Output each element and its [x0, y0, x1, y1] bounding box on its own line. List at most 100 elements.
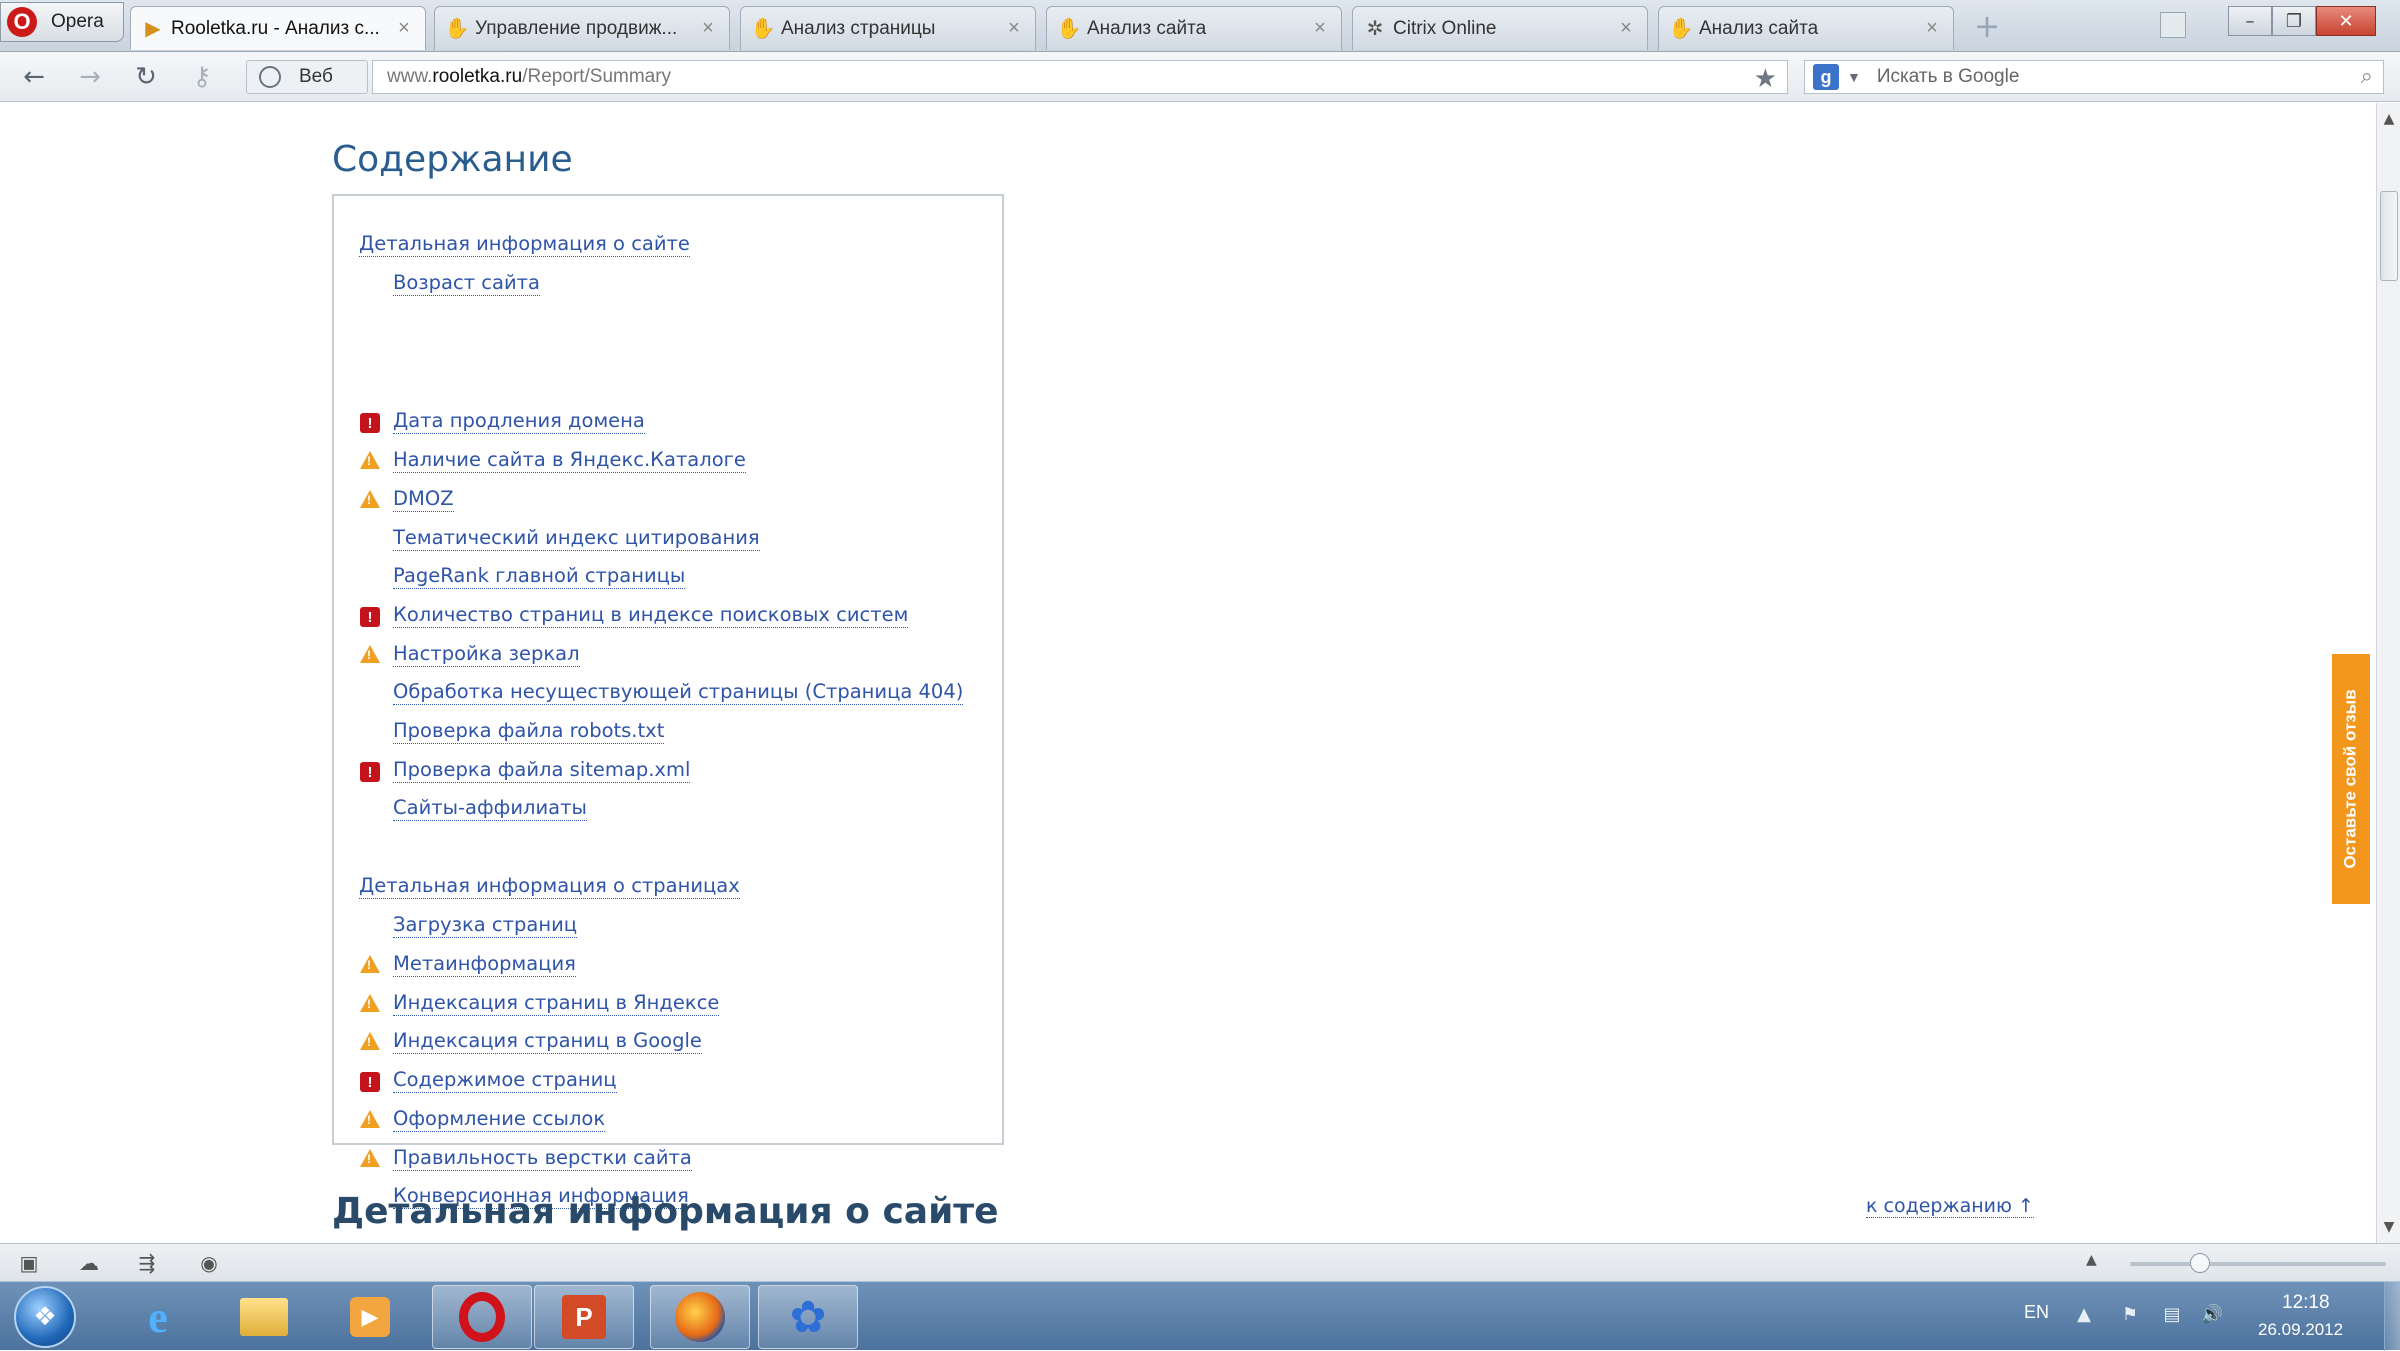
close-tab-icon[interactable]: × — [393, 17, 415, 40]
flower-app-icon[interactable]: ✿ — [758, 1285, 858, 1349]
tab-promotion[interactable]: ✋ Управление продвиж... × — [434, 6, 730, 50]
bookmark-star-icon[interactable]: ★ — [1754, 63, 1777, 94]
toc-link[interactable]: Проверка файла robots.txt — [393, 719, 665, 744]
scroll-up-arrow-icon[interactable]: ▲ — [2377, 107, 2400, 131]
chevron-up-icon[interactable]: ▲ — [2086, 1252, 2097, 1268]
toc-link[interactable]: Индексация страниц в Google — [393, 1029, 702, 1054]
zoom-slider-handle[interactable] — [2190, 1253, 2210, 1273]
opera-menu-button[interactable]: O Opera — [0, 2, 124, 42]
chevron-down-icon[interactable]: ▼ — [1847, 69, 1861, 85]
toc-link[interactable]: Возраст сайта — [393, 271, 540, 296]
key-icon[interactable]: ⚷ — [182, 60, 222, 94]
back-arrow-icon[interactable]: ← — [14, 60, 54, 94]
tab-menu-icon[interactable] — [2160, 12, 2186, 38]
toc-item-affiliates[interactable]: Сайты-аффилиаты — [393, 791, 587, 825]
toc-link[interactable]: Количество страниц в индексе поисковых с… — [393, 603, 909, 628]
toc-item-yandex-catalog[interactable]: Наличие сайта в Яндекс.Каталоге — [393, 443, 746, 477]
toc-item-indexed-pages[interactable]: Количество страниц в индексе поисковых с… — [393, 598, 909, 632]
toc-link[interactable]: Индексация страниц в Яндексе — [393, 991, 720, 1016]
toc-link[interactable]: PageRank главной страницы — [393, 564, 686, 589]
clock-date[interactable]: 26.09.2012 — [2258, 1320, 2343, 1340]
scrollbar-thumb[interactable] — [2380, 191, 2398, 281]
toc-item-sitemap-xml[interactable]: Проверка файла sitemap.xml — [393, 753, 691, 787]
powerpoint-icon[interactable]: P — [534, 1285, 634, 1349]
clock-time[interactable]: 12:18 — [2282, 1292, 2330, 1314]
panel-toggle-icon[interactable]: ▣ — [16, 1251, 42, 1275]
toc-item-mirrors[interactable]: Настройка зеркал — [393, 637, 580, 671]
close-tab-icon[interactable]: × — [1615, 17, 1637, 40]
toc-item-markup-validity[interactable]: Правильность верстки сайта — [393, 1141, 692, 1175]
google-search-engine-icon[interactable]: g — [1813, 64, 1839, 90]
close-tab-icon[interactable]: × — [697, 17, 719, 40]
minimize-window-icon[interactable]: – — [2228, 6, 2272, 36]
toc-item-dmoz[interactable]: DMOZ — [393, 482, 454, 516]
volume-icon[interactable]: 🔊 — [2200, 1304, 2224, 1328]
zoom-slider-track[interactable] — [2130, 1262, 2386, 1266]
toc-link[interactable]: Правильность верстки сайта — [393, 1146, 692, 1171]
toc-link[interactable]: DMOZ — [393, 487, 454, 512]
toc-link[interactable]: Настройка зеркал — [393, 642, 580, 667]
toc-item-site-age[interactable]: Возраст сайта — [393, 266, 540, 300]
tab-citrix-online[interactable]: ✲ Citrix Online × — [1352, 6, 1648, 50]
turbo-icon[interactable]: ◉ — [196, 1251, 222, 1275]
toc-link[interactable]: Тематический индекс цитирования — [393, 526, 760, 551]
tab-rooletka[interactable]: ▶ Rooletka.ru - Анализ с... × — [130, 6, 426, 50]
close-tab-icon[interactable]: × — [1003, 17, 1025, 40]
toc-item-yandex-indexing[interactable]: Индексация страниц в Яндексе — [393, 986, 720, 1020]
toc-link[interactable]: Дата продления домена — [393, 409, 645, 434]
back-to-contents-link[interactable]: к содержанию ↑ — [1866, 1195, 2034, 1218]
network-warning-icon[interactable]: ⚑ — [2118, 1304, 2142, 1328]
close-window-icon[interactable]: ✕ — [2316, 6, 2376, 36]
internet-explorer-icon[interactable]: e — [108, 1285, 208, 1349]
search-icon[interactable]: ⌕ — [2361, 63, 2373, 89]
toc-item-citation-index[interactable]: Тематический индекс цитирования — [393, 521, 760, 555]
toc-section-link[interactable]: Детальная информация о сайте — [359, 232, 690, 257]
toc-item-link-formatting[interactable]: Оформление ссылок — [393, 1102, 606, 1136]
tab-page-analysis[interactable]: ✋ Анализ страницы × — [740, 6, 1036, 50]
toc-item-page-load[interactable]: Загрузка страниц — [393, 908, 578, 942]
forward-arrow-icon[interactable]: → — [70, 60, 110, 94]
show-desktop-button[interactable] — [2384, 1282, 2400, 1351]
tab-site-analysis[interactable]: ✋ Анализ сайта × — [1046, 6, 1342, 50]
search-input[interactable]: g ▼ Искать в Google ⌕ — [1804, 60, 2384, 94]
scroll-down-arrow-icon[interactable]: ▼ — [2377, 1215, 2400, 1239]
toc-link[interactable]: Загрузка страниц — [393, 913, 578, 938]
tab-site-analysis-2[interactable]: ✋ Анализ сайта × — [1658, 6, 1954, 50]
address-input[interactable]: www. rooletka.ru/Report/Summary ★ — [372, 60, 1788, 94]
feedback-tab[interactable]: Оставьте свой отзыв — [2332, 654, 2370, 904]
new-tab-plus-icon[interactable]: + — [1972, 10, 2002, 42]
close-tab-icon[interactable]: × — [1921, 17, 1943, 40]
close-tab-icon[interactable]: × — [1309, 17, 1331, 40]
network-icon[interactable]: ▤ — [2160, 1304, 2184, 1328]
vertical-scrollbar[interactable]: ▲ ▼ — [2376, 103, 2400, 1243]
restore-window-icon[interactable]: ❐ — [2272, 6, 2316, 36]
tray-expand-icon[interactable]: ▲ — [2072, 1304, 2096, 1328]
toc-item-robots-txt[interactable]: Проверка файла robots.txt — [393, 714, 665, 748]
web-badge[interactable]: o Веб — [246, 60, 368, 94]
firefox-icon[interactable] — [650, 1285, 750, 1349]
share-icon[interactable]: ⇶ — [134, 1251, 160, 1275]
toc-item-pagerank[interactable]: PageRank главной страницы — [393, 559, 686, 593]
toc-link[interactable]: Оформление ссылок — [393, 1107, 606, 1132]
cloud-icon[interactable]: ☁ — [76, 1251, 102, 1275]
toc-link[interactable]: Сайты-аффилиаты — [393, 796, 587, 821]
toc-link[interactable]: Проверка файла sitemap.xml — [393, 758, 691, 783]
toc-section-site[interactable]: Детальная информация о сайте — [359, 227, 690, 261]
opera-taskbar-icon[interactable] — [432, 1285, 532, 1349]
toc-item-page-content[interactable]: Содержимое страниц — [393, 1063, 617, 1097]
toc-section-link[interactable]: Детальная информация о страницах — [359, 874, 740, 899]
language-indicator[interactable]: EN — [2024, 1302, 2049, 1323]
windows-start-icon[interactable]: ❖ — [14, 1286, 76, 1348]
reload-icon[interactable]: ↻ — [126, 60, 166, 94]
media-player-icon[interactable]: ▶ — [320, 1285, 420, 1349]
toc-section-pages[interactable]: Детальная информация о страницах — [359, 869, 740, 903]
toc-item-google-indexing[interactable]: Индексация страниц в Google — [393, 1024, 702, 1058]
toc-link[interactable]: Метаинформация — [393, 952, 576, 977]
toc-link[interactable]: Содержимое страниц — [393, 1068, 617, 1093]
toc-link[interactable]: Обработка несуществующей страницы (Стран… — [393, 680, 964, 705]
toc-item-domain-renewal[interactable]: Дата продления домена — [393, 404, 645, 438]
toc-link[interactable]: Наличие сайта в Яндекс.Каталоге — [393, 448, 746, 473]
toc-item-404-page[interactable]: Обработка несуществующей страницы (Стран… — [393, 675, 964, 709]
toc-item-meta-info[interactable]: Метаинформация — [393, 947, 576, 981]
folder-icon[interactable] — [214, 1285, 314, 1349]
